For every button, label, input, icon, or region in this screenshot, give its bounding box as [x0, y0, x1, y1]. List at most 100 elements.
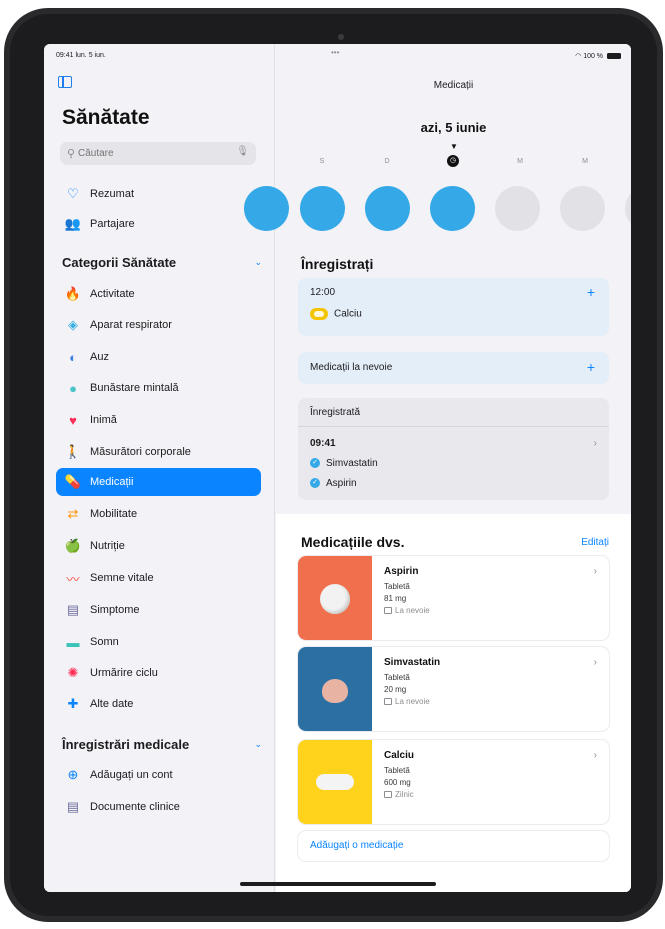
today-clock-icon[interactable]: ◷: [447, 155, 459, 167]
sidebar-item-nutritie[interactable]: 🍏 Nutriție: [56, 532, 261, 560]
as-needed-card[interactable]: Medicații la nevoie +: [298, 352, 609, 384]
add-circle-icon: ⊕: [67, 767, 79, 782]
sidebar-item-documente-clinice[interactable]: ▤ Documente clinice: [56, 793, 261, 821]
med-card-simvastatin[interactable]: Simvastatin Tabletă 20 mg La nevoie ›: [298, 647, 609, 731]
records-section-header[interactable]: Înregistrări medicale ⌄: [62, 734, 262, 754]
heart-icon: ♥: [69, 412, 77, 428]
sidebar-item-rezumat[interactable]: ♡ Rezumat: [56, 180, 261, 208]
chevron-right-icon[interactable]: ›: [594, 750, 597, 761]
sidebar-item-partajare[interactable]: 👥 Partajare: [56, 210, 261, 238]
sidebar-item-simptome[interactable]: ▤ Simptome: [56, 596, 261, 624]
day-progress-circle[interactable]: [244, 186, 289, 231]
camera: [338, 34, 344, 40]
clipboard-icon: ▤: [66, 602, 80, 617]
sidebar-item-auz[interactable]: ◐ Auz: [56, 343, 261, 371]
mind-icon: ●: [69, 380, 77, 396]
logged-med-row: ✓ Aspirin: [310, 478, 357, 489]
med-schedule: La nevoie: [384, 606, 430, 615]
day-progress-circle[interactable]: [495, 186, 540, 231]
sidebar-item-label: Medicații: [90, 476, 134, 488]
sidebar-item-activitate[interactable]: 🔥 Activitate: [56, 280, 261, 308]
bed-icon: ▬: [66, 634, 80, 650]
search-icon: ⚲: [67, 148, 76, 160]
med-form: Tabletă: [384, 766, 410, 775]
microphone-icon[interactable]: 🎙: [236, 146, 249, 157]
heart-outline-icon: ♡: [67, 186, 79, 201]
home-indicator[interactable]: [240, 882, 436, 886]
med-schedule: Zilnic: [384, 790, 414, 799]
med-card-aspirin[interactable]: Aspirin Tabletă 81 mg La nevoie ›: [298, 556, 609, 640]
sidebar-item-label: Activitate: [90, 288, 135, 300]
section-title: Înregistrări medicale: [62, 736, 190, 752]
weekday-label: M: [517, 158, 523, 165]
categories-section-header[interactable]: Categorii Sănătate ⌄: [62, 252, 262, 272]
logged-med-name: Simvastatin: [326, 458, 378, 469]
date-title: azi, 5 iunie: [420, 120, 487, 135]
logged-card[interactable]: Înregistrată 09:41 › ✓ Simvastatin ✓ Aspir…: [298, 398, 609, 500]
sidebar-item-label: Auz: [90, 351, 109, 363]
screen: 09:41 lun. 5 iun. Sănătate ⚲ 🎙 ♡ Rezumat…: [44, 44, 631, 892]
calcium-pill-icon: [310, 308, 328, 320]
chevron-right-icon[interactable]: ›: [594, 657, 597, 668]
sidebar-item-masuratori-corporale[interactable]: 🚶 Măsurători corporale: [56, 438, 261, 466]
section-title: Categorii Sănătate: [62, 254, 177, 270]
weekday-label: S: [319, 158, 325, 165]
scheduled-med-name: Calciu: [334, 308, 362, 320]
sidebar-item-medicatii[interactable]: 💊 Medicații: [56, 468, 261, 496]
multitasking-dots[interactable]: •••: [331, 48, 339, 57]
day-progress-circle[interactable]: [365, 186, 410, 231]
as-needed-label: Medicații la nevoie: [310, 362, 393, 373]
sidebar-item-mobilitate[interactable]: ⇄ Mobilitate: [56, 500, 261, 528]
sidebar-toggle-icon[interactable]: [58, 76, 72, 88]
cycle-icon: ✺: [67, 665, 79, 680]
round-pill-icon: [320, 584, 350, 614]
calendar-icon: [384, 791, 392, 799]
sidebar-item-label: Urmărire ciclu: [90, 667, 158, 679]
logged-header: Înregistrată: [310, 407, 361, 418]
med-form: Tabletă: [384, 673, 410, 682]
weekday-label: D: [384, 158, 390, 165]
add-medication-button[interactable]: Adăugați o medicație: [298, 831, 609, 861]
log-section-title: Înregistrați: [301, 256, 374, 272]
wifi-icon: ◠: [575, 53, 582, 60]
chevron-down-icon[interactable]: ⌄: [254, 257, 262, 268]
status-time-date: 09:41 lun. 5 iun.: [56, 52, 106, 59]
divider: [298, 426, 609, 427]
sidebar-item-alte-date[interactable]: ✚ Alte date: [56, 690, 261, 718]
battery-percent: 100 %: [583, 53, 604, 60]
scheduled-med-row: Calciu: [310, 308, 362, 320]
pills-icon: 💊: [64, 474, 82, 489]
figure-icon: 🚶: [64, 444, 82, 459]
search-input[interactable]: [78, 145, 228, 162]
sidebar-item-adaugati-cont[interactable]: ⊕ Adăugați un cont: [56, 761, 261, 789]
scheduled-dose-card[interactable]: 12:00 + Calciu: [298, 278, 609, 336]
chevron-right-icon[interactable]: ›: [594, 438, 597, 449]
add-medication-label: Adăugați o medicație: [310, 840, 404, 851]
chevron-right-icon[interactable]: ›: [594, 566, 597, 577]
day-progress-circle[interactable]: [430, 186, 475, 231]
flame-icon: 🔥: [64, 286, 82, 301]
sidebar-item-bunastare-mintala[interactable]: ● Bunăstare mintală: [56, 374, 261, 402]
search-bar[interactable]: ⚲ 🎙: [60, 142, 256, 165]
document-icon: ▤: [66, 799, 80, 814]
med-dose: 20 mg: [384, 685, 407, 694]
add-as-needed-icon[interactable]: +: [587, 359, 595, 375]
app-title: Sănătate: [62, 106, 150, 129]
med-card-calciu[interactable]: Calciu Tabletă 600 mg Zilnic ›: [298, 740, 609, 824]
add-dose-icon[interactable]: +: [587, 284, 595, 300]
status-battery: ◠ 100 %: [575, 52, 621, 60]
edit-button[interactable]: Editați: [581, 537, 609, 548]
sidebar-item-urmarire-ciclu[interactable]: ✺ Urmărire ciclu: [56, 659, 261, 687]
heart-pill-icon: [322, 679, 348, 703]
med-name: Calciu: [384, 750, 415, 761]
day-progress-circle[interactable]: [560, 186, 605, 231]
chevron-down-icon[interactable]: ⌄: [254, 739, 262, 750]
sidebar: 09:41 lun. 5 iun. Sănătate ⚲ 🎙 ♡ Rezumat…: [44, 44, 275, 892]
sidebar-item-label: Semne vitale: [90, 572, 154, 584]
sidebar-item-inima[interactable]: ♥ Inimă: [56, 406, 261, 434]
sidebar-item-aparat-respirator[interactable]: ◈ Aparat respirator: [56, 311, 261, 339]
day-progress-circle[interactable]: [300, 186, 345, 231]
sidebar-item-somn[interactable]: ▬ Somn: [56, 628, 261, 656]
sidebar-item-semne-vitale[interactable]: 〰 Semne vitale: [56, 564, 261, 592]
calendar-icon: [384, 698, 392, 706]
